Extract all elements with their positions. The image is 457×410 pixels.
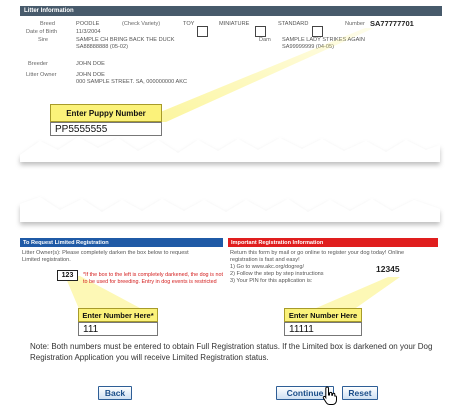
breeder-value: JOHN DOE	[76, 61, 105, 67]
registration-note: Note: Both numbers must be entered to ob…	[30, 342, 433, 362]
limited-registration-box[interactable]: 123	[57, 270, 78, 281]
important-info-text: Return this form by mail or go online to…	[230, 250, 405, 263]
owner-value-1: JOHN DOE	[76, 72, 105, 78]
sire-value: SAMPLE CH BRING BACK THE DUCK	[76, 37, 175, 43]
important-step-2: 2) Follow the step by step instructions	[230, 271, 324, 277]
puppy-number-input[interactable]	[50, 122, 162, 136]
variety-miniature-label: MINIATURE	[219, 21, 250, 27]
important-step-3: 3) Your PIN for this application is:	[230, 278, 313, 284]
pin-number-input[interactable]	[284, 322, 362, 336]
important-info-header: Important Registration Information	[228, 238, 438, 247]
litter-owner-label: Litter Owner	[26, 72, 57, 78]
variety-standard-checkbox[interactable]	[312, 26, 323, 37]
puppy-number-callout-header: Enter Puppy Number	[50, 104, 162, 122]
sire-label: Sire	[38, 37, 48, 43]
limited-registration-text: Litter Owner(s): Please completely darke…	[22, 250, 189, 263]
breed-value: POODLE	[76, 21, 100, 27]
variety-miniature-checkbox[interactable]	[255, 26, 266, 37]
limited-number-input[interactable]	[78, 322, 158, 336]
reset-button[interactable]: Reset	[342, 386, 378, 400]
limited-callout-header: Enter Number Here*	[78, 308, 158, 322]
breeder-label: Breeder	[28, 61, 48, 67]
check-variety-label: (Check Variety)	[122, 21, 161, 27]
dob-value: 11/3/2004	[76, 29, 101, 35]
owner-value-2: 000 SAMPLE STREET. SA, 000000000 AKC	[76, 79, 188, 85]
variety-standard-label: STANDARD	[278, 21, 309, 27]
variety-toy-label: TOY	[183, 21, 195, 27]
dam-reg: SA99999999 (04-05)	[282, 44, 334, 50]
pin-value: 12345	[376, 264, 400, 274]
torn-edge-bottom	[20, 197, 440, 222]
pin-callout-header: Enter Number Here	[284, 308, 362, 322]
sire-reg: SA88888888 (05-02)	[76, 44, 128, 50]
torn-edge-top	[20, 137, 440, 162]
dob-label: Date of Birth	[26, 29, 58, 35]
dam-value: SAMPLE LADY STRIKES AGAIN	[282, 37, 365, 43]
limited-registration-header: To Request Limited Registration	[20, 238, 223, 247]
important-step-1: 1) Go to www.akc.org/dogreg/	[230, 264, 304, 270]
breed-label: Breed	[40, 21, 55, 27]
back-button[interactable]: Back	[98, 386, 132, 400]
litter-number-label: Number	[345, 21, 365, 27]
dam-label: Dam	[259, 37, 271, 43]
litter-info-header: Litter Information	[20, 6, 442, 16]
variety-toy-checkbox[interactable]	[197, 26, 208, 37]
limited-warning-text: *If the box to the left is completely da…	[83, 272, 223, 285]
litter-number-value: SA77777701	[370, 19, 414, 28]
hand-cursor-icon	[322, 386, 337, 405]
